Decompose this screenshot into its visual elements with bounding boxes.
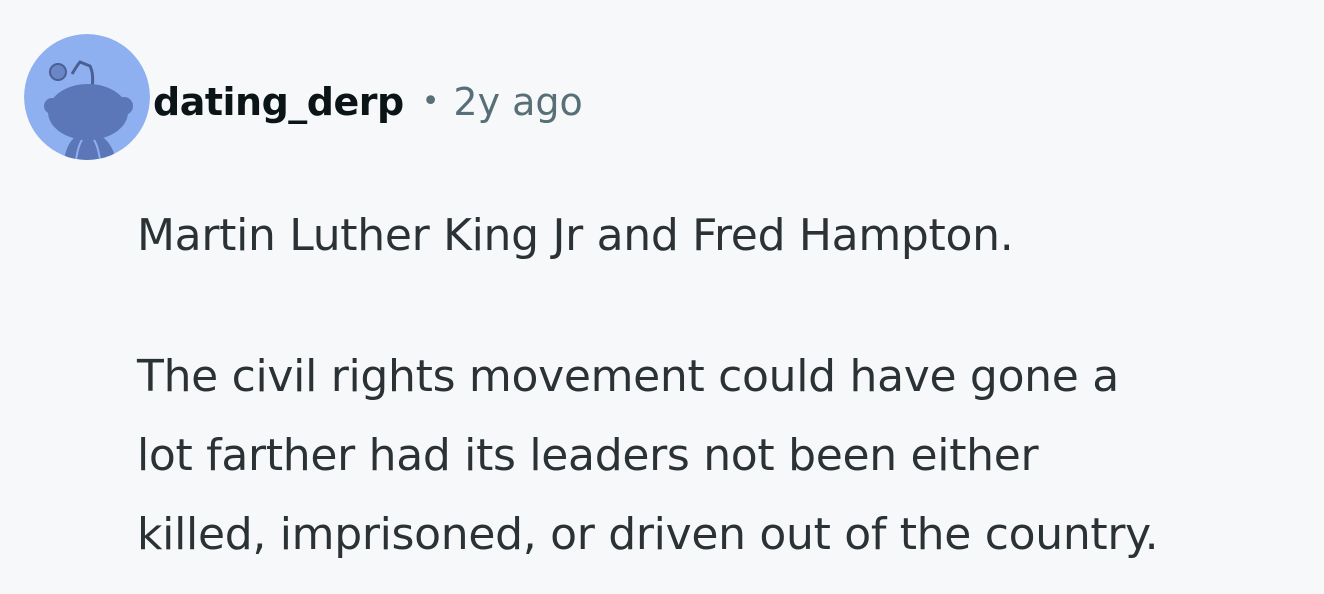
comment-paragraph: Martin Luther King Jr and Fred Hampton. (137, 210, 1014, 261)
username-link[interactable]: dating_derp (153, 80, 404, 124)
comment-body: Martin Luther King Jr and Fred Hampton. … (137, 196, 1317, 574)
comment-meta: dating_derp • 2y ago (153, 76, 583, 128)
comment-line: The civil rights movement could have gon… (137, 351, 1119, 402)
timestamp[interactable]: 2y ago (453, 80, 582, 124)
snoo-avatar-icon (24, 34, 150, 160)
comment-line: lot farther had its leaders not been eit… (137, 430, 1039, 481)
comment: dating_derp • 2y ago Martin Luther King … (0, 0, 1324, 594)
user-avatar[interactable] (24, 34, 150, 160)
meta-separator: • (421, 83, 440, 119)
comment-line: killed, imprisoned, or driven out of the… (137, 509, 1159, 560)
